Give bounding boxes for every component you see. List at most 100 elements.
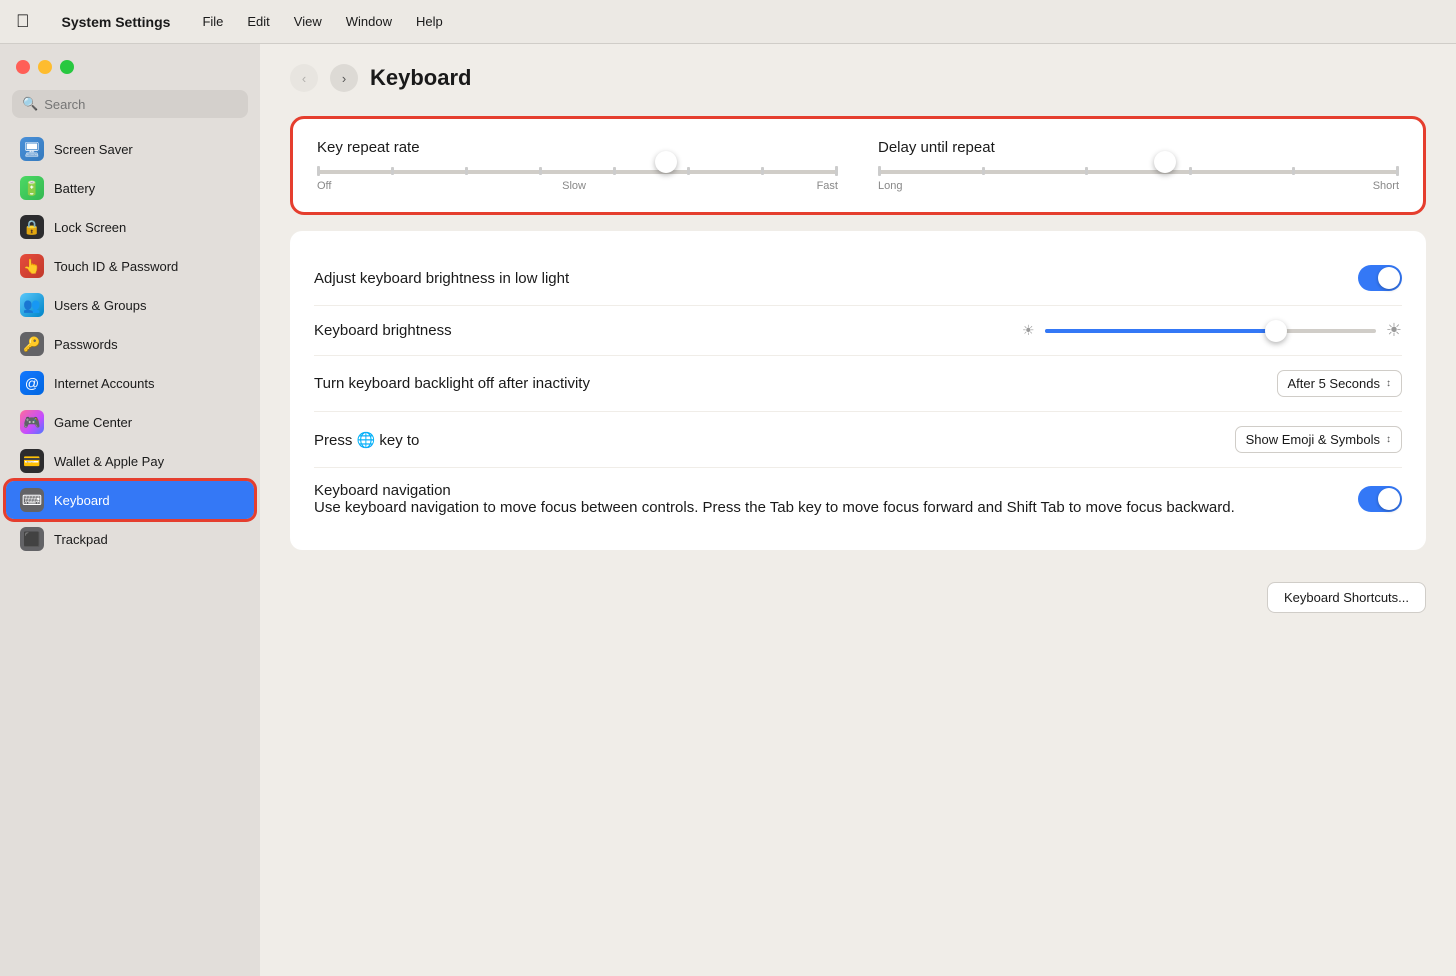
key-repeat-thumb[interactable] bbox=[655, 151, 677, 173]
minimize-button[interactable] bbox=[38, 60, 52, 74]
keyboard-nav-sublabel: Use keyboard navigation to move focus be… bbox=[314, 499, 1235, 516]
sidebar-item-label: Users & Groups bbox=[54, 298, 146, 313]
press-key-dropdown-value: Show Emoji & Symbols bbox=[1246, 432, 1380, 447]
delay-thumb[interactable] bbox=[1154, 151, 1176, 173]
game-center-icon: 🎮 bbox=[20, 410, 44, 434]
sidebar-item-label: Screen Saver bbox=[54, 142, 133, 157]
sidebar-item-keyboard-wrapper: ⌨ Keyboard bbox=[6, 481, 254, 519]
nav-header: ‹ › Keyboard bbox=[290, 64, 1426, 92]
sidebar-item-label: Touch ID & Password bbox=[54, 259, 178, 274]
backlight-dropdown[interactable]: After 5 Seconds ↕ bbox=[1277, 370, 1403, 397]
delay-labels: Long Short bbox=[878, 180, 1399, 192]
trackpad-icon: ⬛ bbox=[20, 527, 44, 551]
brightness-low-icon: ☀ bbox=[1022, 322, 1035, 339]
search-icon: 🔍 bbox=[22, 96, 38, 112]
sidebar-item-label: Internet Accounts bbox=[54, 376, 154, 391]
backlight-off-label: Turn keyboard backlight off after inacti… bbox=[314, 375, 590, 392]
close-button[interactable] bbox=[16, 60, 30, 74]
brightness-slider-label: Keyboard brightness bbox=[314, 322, 452, 339]
menu-bar:  System Settings File Edit View Window … bbox=[0, 0, 1456, 44]
sidebar-item-label: Game Center bbox=[54, 415, 132, 430]
forward-button[interactable]: › bbox=[330, 64, 358, 92]
delay-slider-wrapper[interactable] bbox=[878, 170, 1399, 174]
screen-saver-icon: 🖥 bbox=[20, 137, 44, 161]
key-repeat-fast-label: Fast bbox=[817, 180, 838, 192]
back-button[interactable]: ‹ bbox=[290, 64, 318, 92]
key-repeat-labels: Off Slow Fast bbox=[317, 180, 838, 192]
globe-icon: 🌐 bbox=[357, 432, 376, 449]
search-bar[interactable]: 🔍 bbox=[12, 90, 248, 118]
sidebar-item-label: Wallet & Apple Pay bbox=[54, 454, 164, 469]
brightness-thumb[interactable] bbox=[1265, 320, 1287, 342]
press-key-dropdown[interactable]: Show Emoji & Symbols ↕ bbox=[1235, 426, 1402, 453]
brightness-track bbox=[1045, 329, 1376, 333]
key-repeat-slider-wrapper[interactable] bbox=[317, 170, 838, 174]
traffic-lights bbox=[0, 60, 260, 90]
sidebar-item-users[interactable]: 👥 Users & Groups bbox=[6, 286, 254, 324]
search-input[interactable] bbox=[44, 97, 238, 112]
brightness-slider-row: Keyboard brightness ☀ ☀ bbox=[314, 306, 1402, 356]
content-area: ‹ › Keyboard Key repeat rate bbox=[260, 44, 1456, 976]
app-name: System Settings bbox=[62, 14, 171, 30]
sidebar-item-internet[interactable]: @ Internet Accounts bbox=[6, 364, 254, 402]
sidebar-item-game-center[interactable]: 🎮 Game Center bbox=[6, 403, 254, 441]
users-icon: 👥 bbox=[20, 293, 44, 317]
sidebar: 🔍 🖥 Screen Saver 🔋 Battery 🔒 Lock Screen… bbox=[0, 44, 260, 976]
sidebar-item-label: Keyboard bbox=[54, 493, 110, 508]
sidebar-item-label: Passwords bbox=[54, 337, 118, 352]
menu-file[interactable]: File bbox=[202, 14, 223, 29]
press-key-dropdown-arrow-icon: ↕ bbox=[1386, 434, 1391, 445]
sidebar-item-wallet[interactable]: 💳 Wallet & Apple Pay bbox=[6, 442, 254, 480]
sidebar-item-lock-screen[interactable]: 🔒 Lock Screen bbox=[6, 208, 254, 246]
key-repeat-rate-section: Key repeat rate bbox=[317, 139, 838, 192]
menu-window[interactable]: Window bbox=[346, 14, 392, 29]
settings-card: Adjust keyboard brightness in low light … bbox=[290, 231, 1426, 550]
lock-screen-icon: 🔒 bbox=[20, 215, 44, 239]
brightness-slider-wrapper[interactable]: ☀ ☀ bbox=[1022, 320, 1402, 341]
delay-until-repeat-section: Delay until repeat bbox=[878, 139, 1399, 192]
sidebar-item-keyboard[interactable]: ⌨ Keyboard bbox=[6, 481, 254, 519]
delay-until-repeat-label: Delay until repeat bbox=[878, 139, 1399, 156]
keyboard-nav-toggle-knob bbox=[1378, 488, 1400, 510]
brightness-toggle-label: Adjust keyboard brightness in low light bbox=[314, 270, 569, 287]
keyboard-nav-labels: Keyboard navigation Use keyboard navigat… bbox=[314, 482, 1235, 516]
key-repeat-off-label: Off bbox=[317, 180, 331, 192]
keyboard-nav-label: Keyboard navigation bbox=[314, 482, 1235, 499]
apple-logo-icon:  bbox=[16, 11, 30, 32]
shortcuts-btn-container: Keyboard Shortcuts... bbox=[290, 566, 1426, 613]
backlight-dropdown-value: After 5 Seconds bbox=[1288, 376, 1381, 391]
menu-edit[interactable]: Edit bbox=[247, 14, 269, 29]
sidebar-item-label: Battery bbox=[54, 181, 95, 196]
keyboard-icon: ⌨ bbox=[20, 488, 44, 512]
keyboard-nav-row: Keyboard navigation Use keyboard navigat… bbox=[314, 468, 1402, 530]
key-repeat-slow-label: Slow bbox=[562, 180, 586, 192]
sidebar-item-label: Lock Screen bbox=[54, 220, 126, 235]
delay-short-label: Short bbox=[1373, 180, 1399, 192]
delay-long-label: Long bbox=[878, 180, 902, 192]
key-repeat-card: Key repeat rate bbox=[290, 116, 1426, 215]
backlight-off-row: Turn keyboard backlight off after inacti… bbox=[314, 356, 1402, 412]
keyboard-nav-toggle[interactable] bbox=[1358, 486, 1402, 512]
sidebar-item-screen-saver[interactable]: 🖥 Screen Saver bbox=[6, 130, 254, 168]
passwords-icon: 🔑 bbox=[20, 332, 44, 356]
battery-icon: 🔋 bbox=[20, 176, 44, 200]
sidebar-item-trackpad[interactable]: ⬛ Trackpad bbox=[6, 520, 254, 558]
menu-view[interactable]: View bbox=[294, 14, 322, 29]
menu-help[interactable]: Help bbox=[416, 14, 443, 29]
key-repeat-section: Key repeat rate bbox=[317, 139, 1399, 192]
key-repeat-track bbox=[317, 170, 838, 174]
sidebar-item-battery[interactable]: 🔋 Battery bbox=[6, 169, 254, 207]
brightness-toggle[interactable] bbox=[1358, 265, 1402, 291]
main-window: 🔍 🖥 Screen Saver 🔋 Battery 🔒 Lock Screen… bbox=[0, 44, 1456, 976]
maximize-button[interactable] bbox=[60, 60, 74, 74]
brightness-toggle-row: Adjust keyboard brightness in low light bbox=[314, 251, 1402, 306]
brightness-toggle-knob bbox=[1378, 267, 1400, 289]
sidebar-item-touch-id[interactable]: 👆 Touch ID & Password bbox=[6, 247, 254, 285]
keyboard-shortcuts-button[interactable]: Keyboard Shortcuts... bbox=[1267, 582, 1426, 613]
press-key-label: Press 🌐 key to bbox=[314, 431, 419, 449]
wallet-icon: 💳 bbox=[20, 449, 44, 473]
sidebar-item-passwords[interactable]: 🔑 Passwords bbox=[6, 325, 254, 363]
backlight-dropdown-arrow-icon: ↕ bbox=[1386, 378, 1391, 389]
brightness-high-icon: ☀ bbox=[1386, 320, 1402, 341]
brightness-fill bbox=[1045, 329, 1277, 333]
